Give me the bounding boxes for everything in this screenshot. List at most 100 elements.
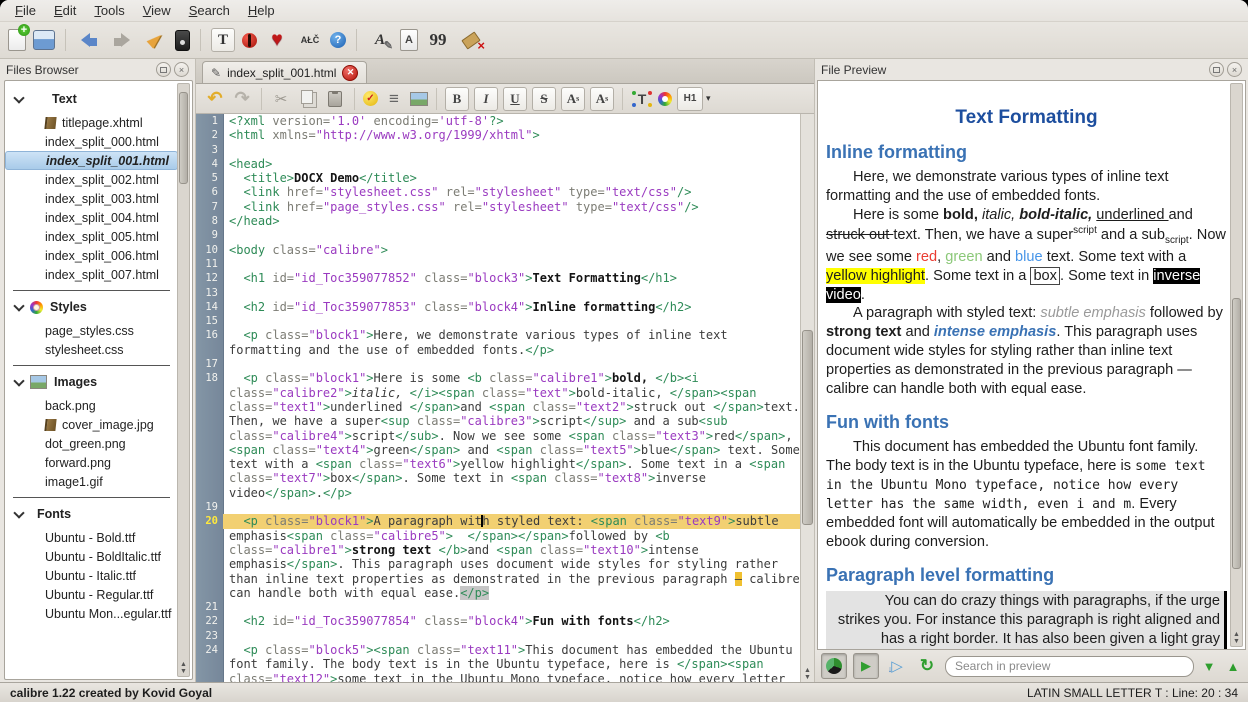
code-line-text[interactable] <box>223 257 801 271</box>
file-item[interactable]: Ubuntu - Bold.ttf <box>5 528 178 547</box>
code-line-text[interactable] <box>223 600 801 614</box>
heading-icon[interactable]: H1 <box>677 87 703 111</box>
refresh-preview-icon[interactable]: ↻ <box>915 654 939 678</box>
menu-help[interactable]: Help <box>239 1 284 20</box>
code-line-text[interactable]: <p class="block1">Here, we demonstrate v… <box>223 328 801 357</box>
code-line-text[interactable]: <title>DOCX Demo</title> <box>223 171 801 185</box>
heading-caret-icon[interactable]: ▾ <box>706 93 711 104</box>
code-editor[interactable]: 1<?xml version='1.0' encoding='utf-8'?>2… <box>196 114 814 682</box>
file-item[interactable]: Ubuntu - Italic.ttf <box>5 566 178 585</box>
special-chars-icon[interactable]: AŁČ <box>297 27 323 53</box>
file-item[interactable]: page_styles.css <box>5 321 178 340</box>
file-item[interactable]: index_split_005.html <box>5 227 178 246</box>
float-preview-icon[interactable] <box>1209 62 1224 77</box>
menu-search[interactable]: Search <box>180 1 239 20</box>
styles-wheel-icon[interactable] <box>658 92 672 106</box>
code-line-text[interactable]: <html xmlns="http://www.w3.org/1999/xhtm… <box>223 128 801 142</box>
section-images[interactable]: Images <box>5 366 178 396</box>
find-next-icon[interactable]: ▼ <box>1200 654 1218 678</box>
code-line-text[interactable] <box>223 629 801 643</box>
editor-scrollbar[interactable]: ▲▼ <box>800 114 814 682</box>
code-line-text[interactable] <box>223 314 801 328</box>
list-icon[interactable]: ≡ <box>383 88 405 110</box>
copy-icon[interactable] <box>297 88 319 110</box>
toggle-preview-icon[interactable] <box>821 653 847 679</box>
editor-scrollbar-thumb[interactable] <box>802 330 813 525</box>
code-line-text[interactable]: <body class="calibre"> <box>223 243 801 257</box>
subscript-icon[interactable]: A <box>561 87 585 111</box>
code-line-text[interactable]: <h2 id="id_Toc359077853" class="block4">… <box>223 300 801 314</box>
donate-icon[interactable]: ♥ <box>264 27 290 53</box>
code-line-text[interactable]: </head> <box>223 214 801 228</box>
code-line-text[interactable]: <link href="stylesheet.css" rel="stylesh… <box>223 185 801 199</box>
font-tile-icon[interactable]: T <box>211 28 235 52</box>
chevron-down-icon[interactable] <box>13 507 24 518</box>
file-item[interactable]: index_split_000.html <box>5 132 178 151</box>
file-item[interactable]: back.png <box>5 396 178 415</box>
float-panel-icon[interactable] <box>156 62 171 77</box>
file-item[interactable]: image1.gif <box>5 472 178 491</box>
file-item[interactable]: index_split_002.html <box>5 170 178 189</box>
code-line-text[interactable] <box>223 286 801 300</box>
file-item[interactable]: index_split_003.html <box>5 189 178 208</box>
chevron-down-icon[interactable] <box>13 300 24 311</box>
device-icon[interactable] <box>175 30 190 51</box>
code-line-text[interactable] <box>223 143 801 157</box>
code-line-text[interactable]: <h2 id="id_Toc359077854" class="block4">… <box>223 614 801 628</box>
undo-icon[interactable]: ↶ <box>204 88 226 110</box>
save-icon[interactable] <box>33 30 55 50</box>
file-item[interactable]: Ubuntu - BoldItalic.ttf <box>5 547 178 566</box>
back-icon[interactable] <box>76 27 102 53</box>
file-item[interactable]: cover_image.jpg <box>5 415 178 434</box>
sync-preview-icon[interactable]: ▷ <box>885 654 909 678</box>
code-line-text[interactable]: <p class="block1">Here is some <b class=… <box>223 371 801 500</box>
files-scrollbar-thumb[interactable] <box>179 92 188 184</box>
smarten-punctuation-icon[interactable]: 99 <box>425 27 451 53</box>
file-item[interactable]: index_split_006.html <box>5 246 178 265</box>
tab-index-split-001[interactable]: ✎ index_split_001.html ✕ <box>202 61 367 83</box>
menu-edit[interactable]: Edit <box>45 1 85 20</box>
preview-search-input[interactable] <box>945 656 1194 677</box>
section-text[interactable]: Text <box>5 83 178 113</box>
chevron-down-icon[interactable] <box>13 92 24 103</box>
menu-file[interactable]: File <box>6 1 45 20</box>
tab-close-icon[interactable]: ✕ <box>342 65 358 81</box>
menu-view[interactable]: View <box>134 1 180 20</box>
code-line-text[interactable] <box>223 357 801 371</box>
chevron-down-icon[interactable] <box>13 375 24 386</box>
forward-icon[interactable] <box>109 27 135 53</box>
image-icon[interactable] <box>410 92 428 106</box>
preview-scrollbar-thumb[interactable] <box>1232 298 1241 570</box>
cut-icon[interactable]: ✂ <box>270 88 292 110</box>
spellcheck-doc-icon[interactable]: A <box>400 29 418 51</box>
strike-icon[interactable]: S <box>532 87 556 111</box>
arrow-pin-icon[interactable] <box>142 27 168 53</box>
code-area[interactable]: 1<?xml version='1.0' encoding='utf-8'?>2… <box>196 114 801 682</box>
help-icon[interactable]: ? <box>330 32 346 48</box>
code-line-text[interactable]: <p class="block5"><span class="text11">T… <box>223 643 801 682</box>
code-line-text[interactable]: <p class="block1">A paragraph with style… <box>223 514 801 600</box>
file-item[interactable]: Ubuntu - Regular.ttf <box>5 585 178 604</box>
code-line-text[interactable] <box>223 500 801 514</box>
run-preview-icon[interactable]: ▶ <box>853 653 879 679</box>
font-color-icon[interactable]: T <box>631 88 653 110</box>
code-line-text[interactable] <box>223 228 801 242</box>
italic-icon[interactable]: I <box>474 87 498 111</box>
code-line-text[interactable]: <head> <box>223 157 801 171</box>
code-line-text[interactable]: <h1 id="id_Toc359077852" class="block3">… <box>223 271 801 285</box>
code-line-text[interactable]: <link href="page_styles.css" rel="styles… <box>223 200 801 214</box>
menu-tools[interactable]: Tools <box>85 1 133 20</box>
file-item[interactable]: forward.png <box>5 453 178 472</box>
files-scrollbar-arrows[interactable]: ▲▼ <box>178 661 189 675</box>
preview-scrollbar-arrows[interactable]: ▲▼ <box>1231 631 1242 645</box>
debug-icon[interactable] <box>242 33 257 48</box>
section-fonts[interactable]: Fonts <box>5 498 178 528</box>
file-item[interactable]: index_split_004.html <box>5 208 178 227</box>
spell-icon[interactable]: ✓ <box>363 91 378 106</box>
clean-broom-icon[interactable] <box>458 27 484 53</box>
preview-scrollbar[interactable]: ▲▼ <box>1230 83 1243 647</box>
file-item[interactable]: index_split_001.html <box>5 151 178 170</box>
section-styles[interactable]: Styles <box>5 291 178 321</box>
new-file-icon[interactable] <box>8 29 26 51</box>
editor-scrollbar-arrows[interactable]: ▲▼ <box>801 667 814 681</box>
